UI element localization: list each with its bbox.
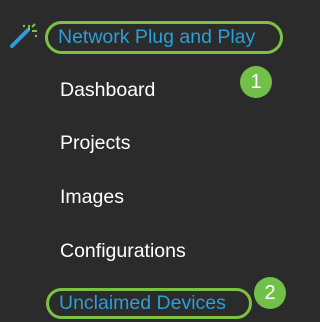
sidebar-item-projects[interactable]: Projects	[60, 129, 130, 157]
step-1-number: 1	[250, 70, 262, 93]
step-2-number: 2	[264, 281, 276, 304]
sidebar-item-images[interactable]: Images	[60, 183, 124, 211]
sidebar-item-label: Unclaimed Devices	[59, 292, 226, 314]
sidebar-item-dashboard[interactable]: Dashboard	[60, 76, 155, 104]
network-plug-and-play-label: Network Plug and Play	[58, 26, 256, 48]
sidebar-item-label: Images	[60, 185, 124, 208]
sidebar-item-unclaimed-devices[interactable]: Unclaimed Devices	[46, 288, 252, 319]
sidebar-item-configurations[interactable]: Configurations	[60, 237, 186, 265]
magic-wand-icon	[8, 22, 40, 50]
step-2-badge: 2	[254, 277, 286, 309]
network-plug-and-play-menu[interactable]: Network Plug and Play	[45, 21, 283, 54]
sidebar-item-label: Projects	[60, 131, 131, 154]
sidebar-item-label: Dashboard	[60, 78, 156, 101]
step-1-badge: 1	[240, 66, 272, 98]
sidebar-item-label: Configurations	[60, 239, 186, 262]
